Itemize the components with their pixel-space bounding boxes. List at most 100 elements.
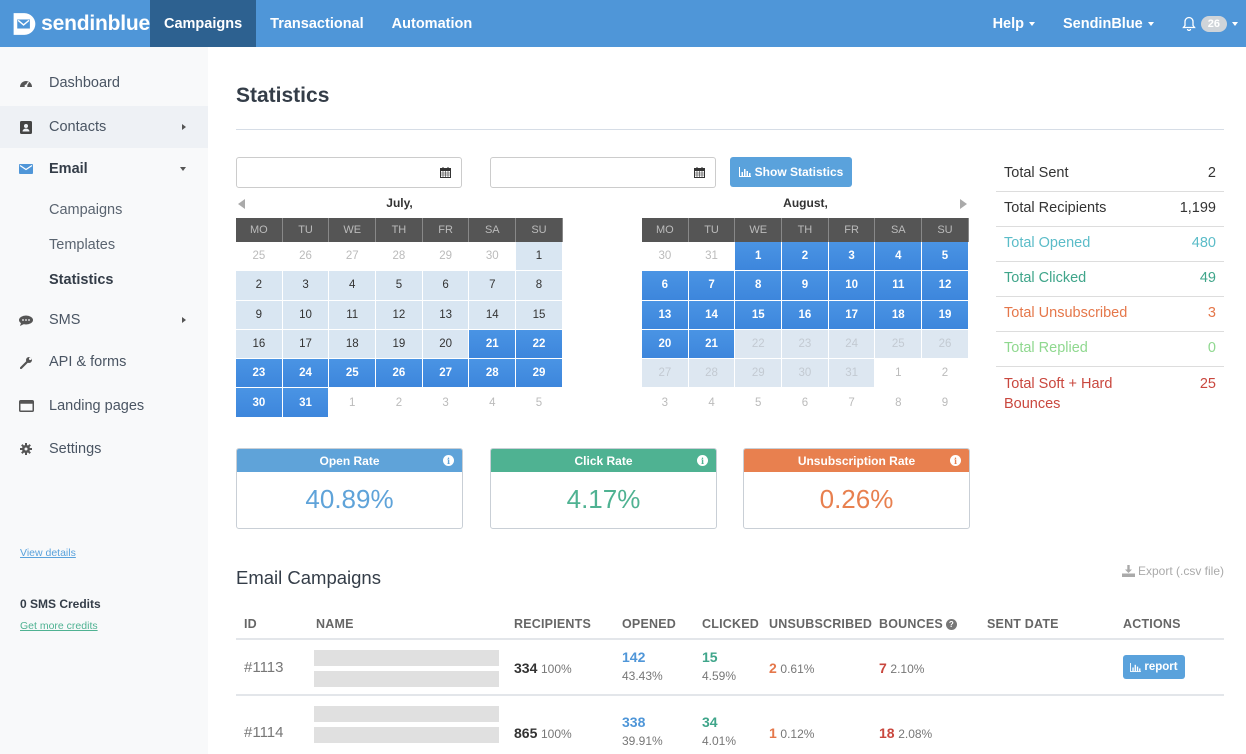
calendar-day[interactable]: 24 [282,359,330,389]
calendar-day[interactable]: 28 [688,359,736,389]
calendar-day[interactable]: 2 [782,242,829,272]
calendar-day[interactable]: 2 [376,388,423,418]
sidebar-subitem-campaigns[interactable]: Campaigns [49,202,122,218]
calendar-day[interactable]: 18 [329,329,377,360]
calendar-day[interactable]: 7 [688,271,736,301]
calendar-day[interactable]: 1 [875,359,923,389]
calendar-day[interactable]: 18 [875,300,923,330]
calendar-day[interactable]: 4 [875,242,923,272]
calendar-day[interactable]: 5 [735,388,783,418]
date-from-calendar-button[interactable] [429,157,462,188]
calendar-day[interactable]: 5 [922,242,969,272]
info-icon[interactable]: i [950,455,961,466]
calendar-day[interactable]: 2 [236,271,283,301]
calendar-day[interactable]: 1 [735,242,783,272]
sidebar-subitem-templates[interactable]: Templates [49,237,115,253]
column-header-opened[interactable]: OPENED [622,617,676,631]
column-header-name[interactable]: NAME [316,617,354,631]
calendar-day[interactable]: 26 [376,359,423,389]
export-csv-link[interactable]: Export (.csv file) [1121,564,1224,578]
calendar-day[interactable]: 22 [735,329,783,360]
calendar-day[interactable]: 2 [922,359,969,389]
calendar-day[interactable]: 12 [922,271,969,301]
calendar-day[interactable]: 27 [329,242,377,272]
calendar-day[interactable]: 8 [875,388,923,418]
calendar-day[interactable]: 19 [376,329,423,360]
calendar-day[interactable]: 21 [469,329,517,360]
calendar-day[interactable]: 15 [516,300,563,330]
calendar-day[interactable]: 25 [236,242,283,272]
get-more-credits-link[interactable]: Get more credits [20,620,98,632]
tab-transactional[interactable]: Transactional [256,0,377,47]
tab-automation[interactable]: Automation [378,0,487,47]
calendar-day[interactable]: 16 [236,329,283,360]
account-menu[interactable]: SendinBlue [1049,16,1168,32]
column-header-sent-date[interactable]: SENT DATE [987,617,1059,631]
calendar-day[interactable]: 3 [282,271,330,301]
sidebar-item-sms[interactable]: SMS [0,299,208,341]
calendar-day[interactable]: 7 [828,388,876,418]
calendar-day[interactable]: 31 [688,242,736,272]
show-statistics-button[interactable]: Show Statistics [730,157,852,187]
calendar-day[interactable]: 30 [642,242,689,272]
calendar-day[interactable]: 25 [875,329,923,360]
calendar-day[interactable]: 4 [329,271,377,301]
sidebar-item-email[interactable]: Email [0,148,208,190]
calendar-day[interactable]: 23 [782,329,829,360]
report-button[interactable]: report [1123,655,1185,679]
calendar-day[interactable]: 1 [516,242,563,272]
calendar-day[interactable]: 8 [735,271,783,301]
calendar-day[interactable]: 9 [922,388,969,418]
sidebar-item-contacts[interactable]: Contacts [0,106,208,148]
info-icon[interactable]: i [697,455,708,466]
calendar-day[interactable]: 7 [469,271,517,301]
sidebar-item-landing-pages[interactable]: Landing pages [0,385,208,427]
calendar-day[interactable]: 14 [469,300,517,330]
calendar-day[interactable]: 29 [735,359,783,389]
calendar-day[interactable]: 17 [828,300,876,330]
calendar-day[interactable]: 5 [516,388,563,418]
calendar-day[interactable]: 26 [922,329,969,360]
calendar-day[interactable]: 13 [422,300,470,330]
calendar-day[interactable]: 19 [922,300,969,330]
date-to-input[interactable] [490,157,684,188]
prev-month-arrow-icon[interactable] [238,199,245,209]
calendar-day[interactable]: 8 [516,271,563,301]
calendar-day[interactable]: 4 [469,388,517,418]
brand-logo[interactable]: sendinblue [0,0,150,47]
calendar-day[interactable]: 1 [329,388,377,418]
calendar-day[interactable]: 20 [422,329,470,360]
calendar-day[interactable]: 27 [422,359,470,389]
date-to-calendar-button[interactable] [683,157,716,188]
calendar-day[interactable]: 31 [828,359,876,389]
calendar-day[interactable]: 6 [422,271,470,301]
date-from-input[interactable] [236,157,430,188]
calendar-day[interactable]: 30 [782,359,829,389]
tab-campaigns[interactable]: Campaigns [150,0,257,47]
calendar-day[interactable]: 21 [688,329,736,360]
calendar-day[interactable]: 30 [236,388,283,418]
calendar-day[interactable]: 11 [329,300,377,330]
calendar-day[interactable]: 16 [782,300,829,330]
calendar-day[interactable]: 28 [469,359,517,389]
sidebar-item-settings[interactable]: Settings [0,428,208,470]
notifications-menu[interactable]: 26 [1168,15,1246,32]
calendar-day[interactable]: 3 [642,388,689,418]
calendar-day[interactable]: 6 [642,271,689,301]
calendar-day[interactable]: 14 [688,300,736,330]
column-header-bounces[interactable]: BOUNCES ? [879,617,957,631]
calendar-day[interactable]: 15 [735,300,783,330]
column-header-recipients[interactable]: RECIPIENTS [514,617,591,631]
calendar-day[interactable]: 10 [828,271,876,301]
calendar-day[interactable]: 26 [282,242,330,272]
help-menu[interactable]: Help [979,16,1049,32]
next-month-arrow-icon[interactable] [960,199,967,209]
calendar-day[interactable]: 30 [469,242,517,272]
calendar-day[interactable]: 29 [516,359,563,389]
calendar-day[interactable]: 28 [376,242,423,272]
view-details-link[interactable]: View details [20,547,76,559]
calendar-day[interactable]: 22 [516,329,563,360]
calendar-day[interactable]: 9 [236,300,283,330]
calendar-day[interactable]: 11 [875,271,923,301]
calendar-day[interactable]: 12 [376,300,423,330]
